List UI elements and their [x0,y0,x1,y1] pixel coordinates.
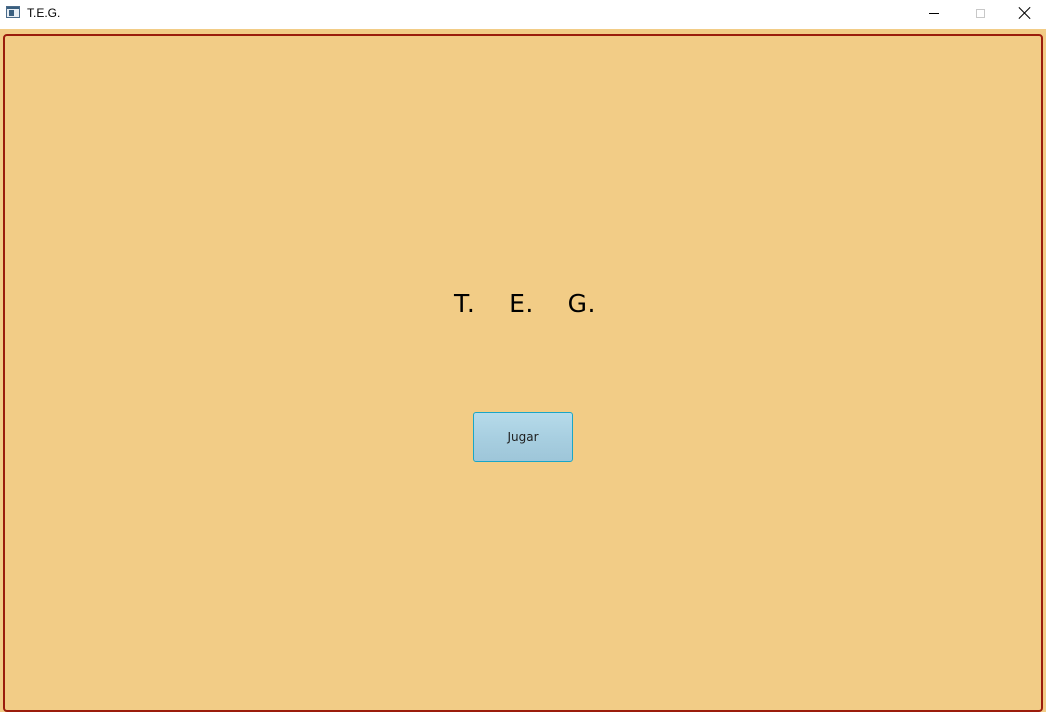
minimize-button[interactable] [911,0,957,26]
game-title: T. E. G. [454,289,596,318]
window-title: T.E.G. [27,6,61,20]
app-window: T.E.G. T. E. G. Jugar [0,0,1046,712]
close-icon [1019,7,1031,19]
maximize-button[interactable] [957,0,1003,26]
play-button[interactable]: Jugar [473,412,573,462]
window-app-icon[interactable] [6,6,20,18]
minimize-icon [929,12,939,14]
main-panel: T. E. G. Jugar [3,34,1043,712]
title-bar[interactable]: T.E.G. [0,0,1046,26]
maximize-icon [975,8,985,18]
main-stage: T. E. G. Jugar [0,29,1046,712]
close-button[interactable] [1002,0,1046,26]
